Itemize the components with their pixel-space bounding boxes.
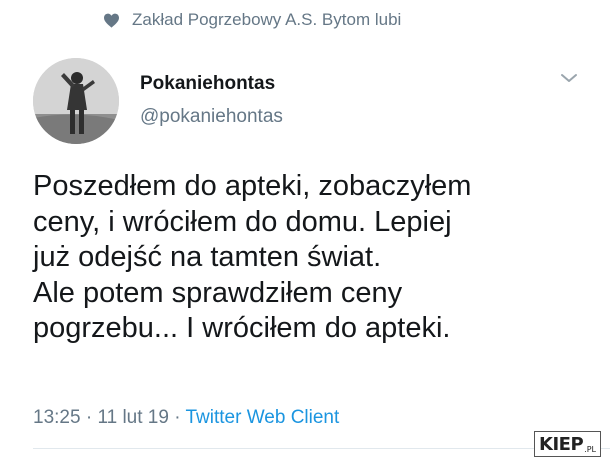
heart-icon — [103, 13, 120, 28]
tweet-line: już odejść na tamten świat. — [33, 241, 382, 273]
tweet-line: Ale potem sprawdziłem ceny — [33, 276, 403, 309]
avatar-image — [33, 58, 119, 144]
tweet-line: pogrzebu... I wróciłem do apteki. — [33, 312, 451, 344]
tweet-line: Poszedłem do apteki, zobaczyłem — [33, 170, 472, 202]
liked-by-text: Zakład Pogrzebowy A.S. Bytom lubi — [132, 10, 402, 29]
avatar[interactable] — [33, 58, 119, 144]
tweet-date[interactable]: 11 lut 19 — [97, 407, 168, 428]
display-name[interactable]: Pokaniehontas — [140, 73, 275, 95]
meta-separator: · — [85, 407, 93, 428]
chevron-down-icon[interactable] — [560, 72, 578, 84]
divider — [33, 448, 610, 449]
tweet-time[interactable]: 13:25 — [33, 407, 81, 428]
tweet-client-link[interactable]: Twitter Web Client — [185, 407, 339, 428]
watermark-main: KIEP — [539, 434, 584, 455]
social-context: Zakład Pogrzebowy A.S. Bytom lubi — [103, 10, 401, 30]
watermark-tld: .PL — [584, 445, 596, 454]
meta-separator: · — [174, 407, 181, 428]
user-handle[interactable]: @pokaniehontas — [140, 106, 283, 128]
tweet-text: Poszedłem do apteki, zobaczyłem ceny, i … — [33, 169, 593, 347]
tweet-line: ceny, i wróciłem do domu. Lepiej — [33, 205, 452, 238]
watermark-logo: KIEP .PL — [534, 431, 601, 457]
tweet-meta: 13:25 · 11 lut 19 · Twitter Web Client — [33, 407, 339, 429]
